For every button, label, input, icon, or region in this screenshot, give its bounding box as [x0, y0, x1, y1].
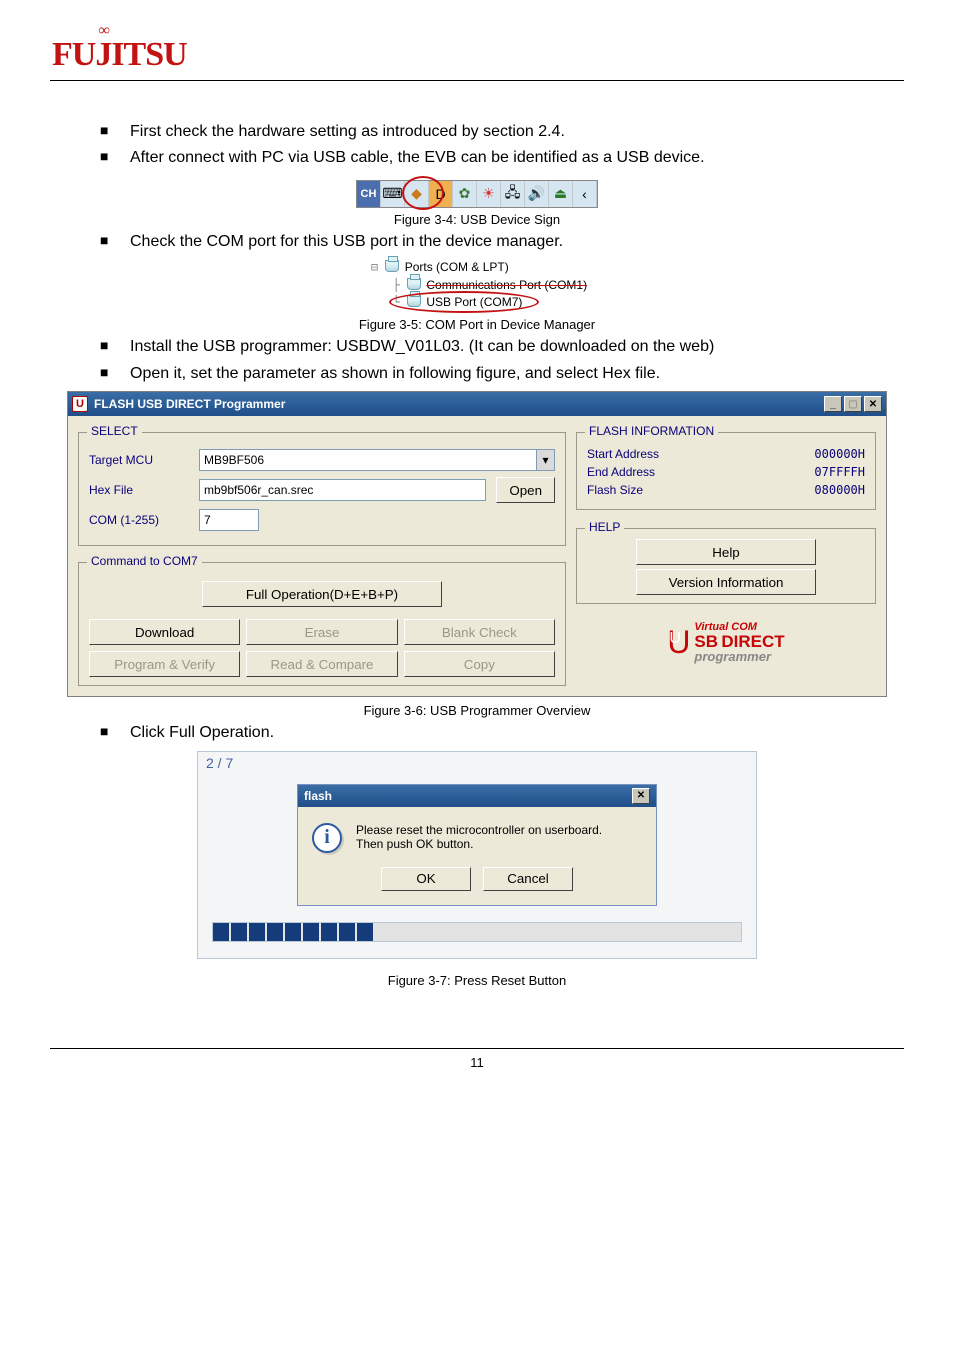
open-button[interactable]: Open	[496, 477, 555, 503]
page-number: 11	[470, 1055, 484, 1070]
programmer-window: U FLASH USB DIRECT Programmer _ ▢ ✕ SELE…	[67, 391, 887, 697]
flash-size-value: 080000H	[814, 483, 865, 497]
tray-msn-icon: ✿	[453, 181, 477, 207]
bullet-install: Install the USB programmer: USBDW_V01L03…	[100, 336, 904, 358]
app-icon: U	[72, 396, 88, 412]
cancel-button[interactable]: Cancel	[483, 867, 573, 891]
chevron-down-icon[interactable]: ▾	[537, 449, 555, 471]
select-legend: SELECT	[87, 424, 142, 438]
com-input[interactable]	[199, 509, 259, 531]
erase-button: Erase	[246, 619, 397, 645]
flash-info-group: FLASH INFORMATION Start Address000000H E…	[576, 432, 876, 510]
close-button[interactable]: ✕	[864, 396, 882, 412]
tray-volume-icon: 🔊	[525, 181, 549, 207]
tray-network-icon: 🖧	[501, 181, 525, 207]
bullet-hw-setting: First check the hardware setting as intr…	[100, 121, 904, 143]
target-mcu-select[interactable]	[199, 449, 537, 471]
tray-sound-icon: ☀	[477, 181, 501, 207]
end-addr-value: 07FFFFH	[814, 465, 865, 479]
figcap-3-4: Figure 3-4: USB Device Sign	[50, 212, 904, 227]
dialog-msg-line1: Please reset the microcontroller on user…	[356, 823, 602, 837]
minimize-button[interactable]: _	[824, 396, 842, 412]
bullet-open-params: Open it, set the parameter as shown in f…	[100, 363, 904, 385]
command-group: Command to COM7 Full Operation(D+E+B+P) …	[78, 562, 566, 686]
program-verify-button: Program & Verify	[89, 651, 240, 677]
blank-check-button: Blank Check	[404, 619, 555, 645]
figcap-3-6: Figure 3-6: USB Programmer Overview	[50, 703, 904, 718]
flash-dialog: flash ✕ i Please reset the microcontroll…	[297, 784, 657, 906]
comm-port-node: Communications Port (COM1)	[426, 278, 587, 292]
top-rule	[50, 80, 904, 81]
tray-safely-remove-icon: ⏏	[549, 181, 573, 207]
dialog-close-button[interactable]: ✕	[632, 788, 650, 804]
dialog-title: flash	[304, 789, 332, 803]
command-legend: Command to COM7	[87, 554, 202, 568]
maximize-button[interactable]: ▢	[844, 396, 862, 412]
figcap-3-7: Figure 3-7: Press Reset Button	[50, 973, 904, 988]
end-addr-label: End Address	[587, 465, 655, 479]
bullet-connect: After connect with PC via USB cable, the…	[100, 147, 904, 169]
bullet-check-com: Check the COM port for this USB port in …	[100, 231, 904, 253]
tray-ch-icon: CH	[357, 181, 381, 207]
figcap-3-5: Figure 3-5: COM Port in Device Manager	[50, 317, 904, 332]
ports-node: Ports (COM & LPT)	[405, 260, 509, 274]
window-title: FLASH USB DIRECT Programmer	[94, 397, 285, 411]
com-label: COM (1-255)	[89, 513, 189, 527]
highlight-ellipse-icon	[389, 291, 539, 313]
help-legend: HELP	[585, 520, 624, 534]
ports-icon	[385, 260, 399, 272]
device-manager-snippet: ⊟ Ports (COM & LPT) ├ Communications Por…	[361, 257, 593, 313]
ok-button[interactable]: OK	[381, 867, 471, 891]
read-compare-button: Read & Compare	[246, 651, 397, 677]
flash-info-legend: FLASH INFORMATION	[585, 424, 718, 438]
usb-direct-logo: UU Virtual COM SB DIRECT programmer	[576, 622, 876, 663]
start-addr-value: 000000H	[814, 447, 865, 461]
port-icon	[407, 278, 421, 290]
system-tray: CH ⌨ ◆ D ✿ ☀ 🖧 🔊 ⏏ ‹	[356, 180, 598, 208]
download-button[interactable]: Download	[89, 619, 240, 645]
tray-arrow-icon: ‹	[573, 181, 597, 207]
flash-size-label: Flash Size	[587, 483, 643, 497]
progress-bar	[212, 922, 742, 942]
version-info-button[interactable]: Version Information	[636, 569, 816, 595]
fujitsu-logo: FUJITSU	[52, 36, 904, 74]
help-group: HELP Help Version Information	[576, 528, 876, 604]
full-operation-button[interactable]: Full Operation(D+E+B+P)	[202, 581, 442, 607]
select-group: SELECT Target MCU ▾ Hex File Open	[78, 432, 566, 546]
info-icon: i	[312, 823, 342, 853]
hex-file-input[interactable]	[199, 479, 486, 501]
progress-counter: 2 / 7	[206, 755, 233, 771]
hex-file-label: Hex File	[89, 483, 189, 497]
start-addr-label: Start Address	[587, 447, 659, 461]
highlight-ellipse-icon	[402, 176, 444, 210]
bullet-click-fullop: Click Full Operation.	[100, 722, 904, 744]
target-mcu-label: Target MCU	[89, 453, 189, 467]
dialog-msg-line2: Then push OK button.	[356, 837, 602, 851]
help-button[interactable]: Help	[636, 539, 816, 565]
progress-window: 2 / 7 flash ✕ i Please reset the microco…	[197, 751, 757, 959]
copy-button: Copy	[404, 651, 555, 677]
progress-fill	[213, 923, 375, 941]
